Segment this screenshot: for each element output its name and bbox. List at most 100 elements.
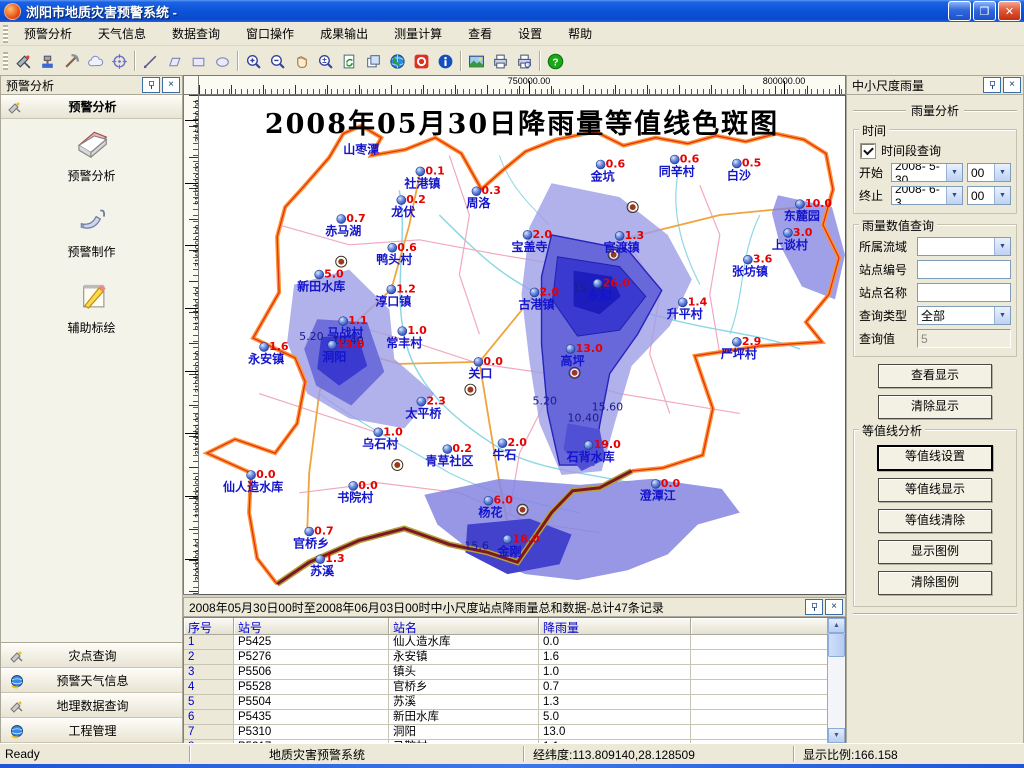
scroll-down-icon[interactable]: ▼: [828, 728, 845, 743]
end-hour-combo[interactable]: 00 ▼: [967, 186, 1011, 205]
pick-icon[interactable]: [59, 49, 83, 73]
nav-item-地理数据查询[interactable]: 地理数据查询: [1, 693, 182, 718]
target-icon[interactable]: [107, 49, 131, 73]
chevron-down-icon[interactable]: ▼: [994, 238, 1010, 255]
pin-icon[interactable]: [983, 77, 1001, 93]
nav-item-灾点查询[interactable]: 灾点查询: [1, 643, 182, 668]
scroll-up-icon[interactable]: ▲: [828, 618, 845, 633]
column-header[interactable]: 站名: [389, 618, 539, 635]
table-row[interactable]: 2P5276永安镇1.6: [184, 650, 828, 665]
清除显示-button[interactable]: 清除显示: [878, 395, 992, 419]
tool-辅助标绘[interactable]: 辅助标绘: [1, 276, 182, 336]
chevron-down-icon[interactable]: ▼: [994, 307, 1010, 324]
显示图例-button[interactable]: 显示图例: [878, 540, 992, 564]
tool-预警制作[interactable]: 预警制作: [1, 200, 182, 260]
close-icon[interactable]: ×: [1003, 77, 1021, 93]
zoom-extent-icon[interactable]: ±: [313, 49, 337, 73]
station-marker-icon: [387, 285, 396, 294]
minimize-button[interactable]: _: [948, 1, 971, 21]
info-icon[interactable]: [433, 49, 457, 73]
column-header[interactable]: 降雨量: [539, 618, 691, 635]
left-group-header[interactable]: 预警分析: [1, 95, 182, 119]
menu-item[interactable]: 查看: [455, 22, 505, 45]
pin-icon[interactable]: [805, 599, 823, 615]
zoom-in-icon[interactable]: [241, 49, 265, 73]
menu-item[interactable]: 成果输出: [307, 22, 381, 45]
stop-icon[interactable]: [409, 49, 433, 73]
time-range-checkbox-label: 时间段查询: [881, 142, 941, 159]
menu-item[interactable]: 设置: [505, 22, 555, 45]
nav-item-预警天气信息[interactable]: 预警天气信息: [1, 668, 182, 693]
menu-item[interactable]: 天气信息: [85, 22, 159, 45]
table-cell: 7: [184, 725, 234, 740]
查看显示-button[interactable]: 查看显示: [878, 364, 992, 388]
time-range-checkbox[interactable]: [861, 144, 875, 158]
tool-预警分析[interactable]: 预警分析: [1, 124, 182, 184]
nav-item-label: 工程管理: [33, 722, 152, 739]
close-icon[interactable]: ×: [825, 599, 843, 615]
chevron-down-icon[interactable]: ▼: [946, 164, 962, 181]
站点编号-input[interactable]: [917, 260, 1011, 279]
等值线清除-button[interactable]: 等值线清除: [878, 509, 992, 533]
menu-item[interactable]: 测量计算: [381, 22, 455, 45]
scroll-thumb[interactable]: [828, 633, 845, 657]
layers-icon[interactable]: [361, 49, 385, 73]
清除图例-button[interactable]: 清除图例: [878, 571, 992, 595]
table-row[interactable]: 6P5435新田水库5.0: [184, 710, 828, 725]
zoom-out-icon[interactable]: [265, 49, 289, 73]
refresh-icon[interactable]: [337, 49, 361, 73]
chevron-down-icon[interactable]: ▼: [994, 187, 1010, 204]
line-icon[interactable]: [138, 49, 162, 73]
start-date-combo[interactable]: 2008- 5-30 ▼: [891, 163, 963, 182]
close-button[interactable]: ✕: [998, 1, 1021, 21]
polygon-icon[interactable]: [162, 49, 186, 73]
restore-button[interactable]: ❐: [973, 1, 996, 21]
menu-item[interactable]: 帮助: [555, 22, 605, 45]
column-header[interactable]: 站号: [234, 618, 389, 635]
等值线显示-button[interactable]: 等值线显示: [878, 478, 992, 502]
table-scrollbar[interactable]: ▲ ▼: [827, 618, 845, 743]
table-row[interactable]: 3P5506镇头1.0: [184, 665, 828, 680]
table-row[interactable]: 4P5528官桥乡0.7: [184, 680, 828, 695]
cloud-icon[interactable]: [83, 49, 107, 73]
map-station: 山枣潭: [343, 142, 379, 157]
column-header[interactable]: 序号: [184, 618, 234, 635]
station-marker-icon: [328, 341, 337, 350]
hammer-icon[interactable]: [35, 49, 59, 73]
rectangle-icon[interactable]: [186, 49, 210, 73]
等值线设置-button[interactable]: 等值线设置: [877, 445, 993, 471]
close-icon[interactable]: ×: [162, 77, 180, 93]
pin-icon[interactable]: [142, 77, 160, 93]
print-preview-icon[interactable]: [512, 49, 536, 73]
pan-icon[interactable]: [289, 49, 313, 73]
所属流域-combo[interactable]: ▼: [917, 237, 1011, 256]
table-row[interactable]: 5P5504苏溪1.3: [184, 695, 828, 710]
rainfall-contour-map[interactable]: 5.2010.4015.205.2015.6010.4015.6山枣潭0.1社港…: [199, 96, 845, 594]
end-date-combo[interactable]: 2008- 6- 3 ▼: [891, 186, 963, 205]
table-row[interactable]: 7P5310洞阳13.0: [184, 725, 828, 740]
station-name-label: 乌石村: [362, 436, 398, 451]
station-marker-icon: [315, 270, 324, 279]
table-row[interactable]: 1P5425仙人造水库0.0: [184, 635, 828, 650]
toolbar-grip[interactable]: [3, 52, 8, 70]
站点名称-input[interactable]: [917, 283, 1011, 302]
station-name-label: 金坑: [590, 168, 615, 183]
station-rainfall-table[interactable]: 序号站号站名降雨量 1P5425仙人造水库0.02P5276永安镇1.63P55…: [184, 618, 828, 743]
ellipse-icon[interactable]: [210, 49, 234, 73]
help-icon[interactable]: ?: [543, 49, 567, 73]
print-icon[interactable]: [488, 49, 512, 73]
globe-icon[interactable]: [385, 49, 409, 73]
radar-icon[interactable]: [11, 49, 35, 73]
station-name-label: 官渡镇: [604, 240, 640, 255]
start-hour-combo[interactable]: 00 ▼: [967, 163, 1011, 182]
menu-item[interactable]: 预警分析: [11, 22, 85, 45]
chevron-down-icon[interactable]: ▼: [946, 187, 962, 204]
nav-item-工程管理[interactable]: 工程管理: [1, 718, 182, 743]
menu-grip[interactable]: [3, 25, 8, 43]
menu-item[interactable]: 窗口操作: [233, 22, 307, 45]
map-viewport[interactable]: 2008年05月30日降雨量等值线色斑图: [199, 95, 846, 595]
menu-item[interactable]: 数据查询: [159, 22, 233, 45]
chevron-down-icon[interactable]: ▼: [994, 164, 1010, 181]
查询类型-combo[interactable]: 全部▼: [917, 306, 1011, 325]
image-icon[interactable]: [464, 49, 488, 73]
